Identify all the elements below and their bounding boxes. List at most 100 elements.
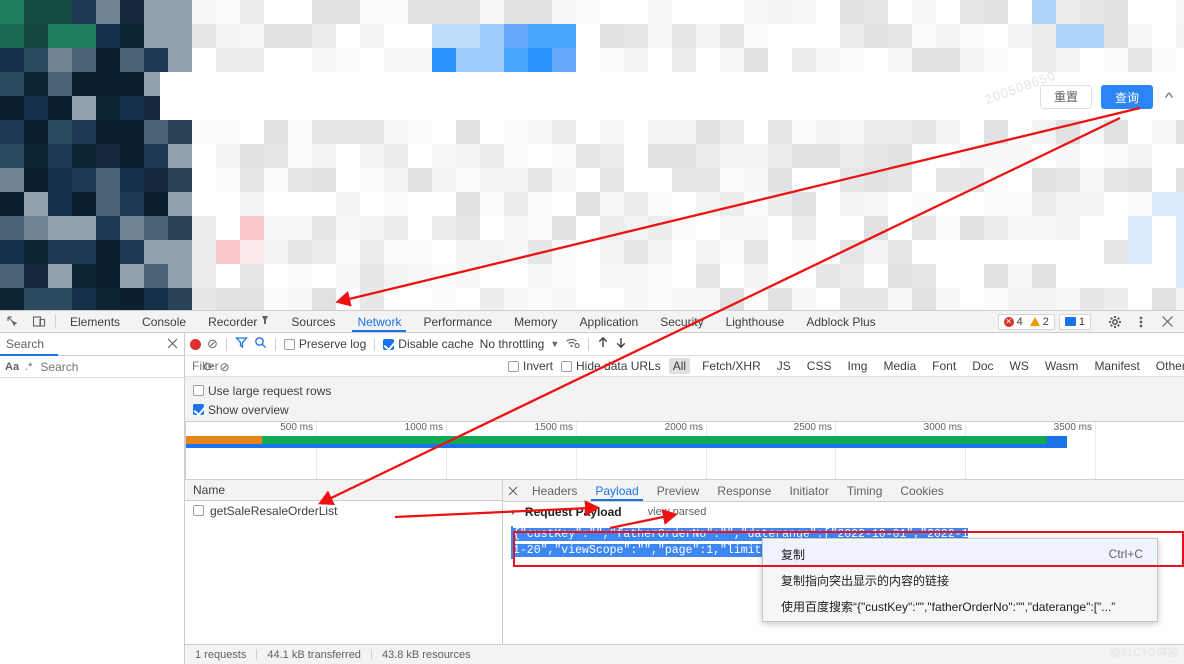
filter-type-img[interactable]: Img xyxy=(843,358,871,374)
tab-security[interactable]: Security xyxy=(649,311,714,332)
preserve-log-checkbox[interactable]: Preserve log xyxy=(283,337,366,351)
filter-type-other[interactable]: Other xyxy=(1152,358,1184,374)
search-pane: Search Aa .* ⟳ ⊘ xyxy=(0,333,230,664)
close-icon[interactable] xyxy=(1154,315,1180,328)
show-overview-checkbox[interactable]: Show overview xyxy=(193,403,289,417)
funnel-icon[interactable] xyxy=(234,336,248,352)
checkbox-box xyxy=(193,404,204,415)
filter-type-media[interactable]: Media xyxy=(879,358,920,374)
search-icon[interactable] xyxy=(254,336,267,352)
divider xyxy=(274,337,276,351)
tab-preview[interactable]: Preview xyxy=(648,480,709,501)
throttling-select[interactable]: No throttling xyxy=(480,337,545,351)
search-input[interactable] xyxy=(38,358,198,375)
tab-lighthouse[interactable]: Lighthouse xyxy=(715,311,796,332)
filter-type-doc[interactable]: Doc xyxy=(968,358,997,374)
context-menu-item-copy-link-to-highlight[interactable]: 复制指向突出显示的内容的链接 xyxy=(763,567,1157,593)
gridline xyxy=(706,422,707,479)
close-icon[interactable] xyxy=(503,480,523,501)
network-status-bar: 1 requests 44.1 kB transferred 43.8 kB r… xyxy=(185,644,1184,664)
upload-icon[interactable] xyxy=(597,336,609,352)
status-transferred: 44.1 kB transferred xyxy=(267,648,361,661)
view-parsed-link[interactable]: view parsed xyxy=(648,506,707,518)
tab-sources[interactable]: Sources xyxy=(280,311,346,332)
overview-tick: 500 ms xyxy=(280,422,313,433)
filter-type-font[interactable]: Font xyxy=(928,358,960,374)
network-options-area: Use large request rows Group by frame Sh… xyxy=(185,377,1184,422)
disable-cache-label: Disable cache xyxy=(398,337,474,351)
tab-timing[interactable]: Timing xyxy=(838,480,892,501)
overview-segment-orange xyxy=(186,436,262,444)
search-pane-header: Search xyxy=(0,333,184,356)
error-count: 4 xyxy=(1016,315,1023,328)
regex-icon[interactable]: .* xyxy=(25,361,32,373)
filter-input[interactable] xyxy=(190,358,500,374)
row-checkbox[interactable] xyxy=(193,505,204,516)
gridline xyxy=(835,422,836,479)
context-menu-item-search-baidu[interactable]: 使用百度搜索“{"custKey":"","fatherOrderNo":"",… xyxy=(763,593,1157,619)
tab-payload[interactable]: Payload xyxy=(586,480,647,501)
tab-recorder[interactable]: Recorder xyxy=(197,311,280,332)
checkbox-box xyxy=(508,360,519,372)
payload-section-header[interactable]: ▼ Request Payload view parsed xyxy=(503,502,1184,520)
tab-memory[interactable]: Memory xyxy=(503,311,568,332)
chevron-down-icon[interactable]: ▼ xyxy=(550,339,559,349)
tab-elements[interactable]: Elements xyxy=(59,311,131,332)
blurred-web-page: 200508650 重置 查询 ^ xyxy=(0,0,1184,310)
download-icon[interactable] xyxy=(615,336,627,352)
checkbox-box xyxy=(561,360,573,372)
overview-segment-blue xyxy=(1047,436,1067,444)
filter-type-fetch-xhr[interactable]: Fetch/XHR xyxy=(698,358,765,374)
message-badge[interactable]: 1 xyxy=(1058,313,1091,330)
overview-tick: 3500 ms xyxy=(1053,422,1092,433)
clear-network-log-icon[interactable]: ⊘ xyxy=(207,336,218,352)
tab-response[interactable]: Response xyxy=(708,480,780,501)
filter-type-all[interactable]: All xyxy=(668,358,691,374)
overview-tick: 1500 ms xyxy=(534,422,573,433)
divider xyxy=(374,337,376,351)
invert-label: Invert xyxy=(523,359,554,373)
use-large-request-rows-checkbox[interactable]: Use large request rows xyxy=(193,384,331,398)
hide-data-urls-checkbox[interactable]: Hide data URLs xyxy=(561,359,661,373)
warning-count: 2 xyxy=(1042,315,1049,328)
filter-type-manifest[interactable]: Manifest xyxy=(1090,358,1143,374)
tab-initiator[interactable]: Initiator xyxy=(780,480,837,501)
triangle-down-icon[interactable]: ▼ xyxy=(509,508,517,517)
filter-type-wasm[interactable]: Wasm xyxy=(1041,358,1083,374)
close-icon[interactable] xyxy=(167,337,178,352)
tab-recorder-label: Recorder xyxy=(208,314,258,329)
overview-tick: 2500 ms xyxy=(793,422,832,433)
reset-button[interactable]: 重置 xyxy=(1040,85,1092,109)
filter-type-js[interactable]: JS xyxy=(773,358,795,374)
filter-type-css[interactable]: CSS xyxy=(803,358,836,374)
tab-cookies[interactable]: Cookies xyxy=(891,480,952,501)
tab-console[interactable]: Console xyxy=(131,311,197,332)
tab-application[interactable]: Application xyxy=(569,311,650,332)
network-filter-row: Invert Hide data URLs All Fetch/XHR JS C… xyxy=(185,356,1184,377)
chevron-up-icon[interactable]: ^ xyxy=(1160,90,1179,105)
options-row-2: Show overview Capture screenshots xyxy=(185,400,1184,419)
filter-type-ws[interactable]: WS xyxy=(1006,358,1033,374)
tab-performance[interactable]: Performance xyxy=(412,311,503,332)
tab-adblock-plus[interactable]: Adblock Plus xyxy=(795,311,886,332)
inspect-icon[interactable] xyxy=(0,311,26,332)
more-vertical-icon[interactable] xyxy=(1128,315,1154,329)
record-icon[interactable] xyxy=(190,338,201,350)
request-column-header[interactable]: Name xyxy=(185,480,502,501)
network-overview-timeline[interactable]: 500 ms 1000 ms 1500 ms 2000 ms 2500 ms 3… xyxy=(185,422,1184,480)
error-warning-badge[interactable]: ✕ 4 2 xyxy=(997,313,1055,330)
match-case-icon[interactable]: Aa xyxy=(5,361,19,373)
gear-icon[interactable] xyxy=(1102,315,1128,329)
table-row[interactable]: getSaleResaleOrderList xyxy=(185,501,502,521)
warning-icon xyxy=(1029,317,1040,326)
wifi-gear-icon[interactable] xyxy=(565,336,580,352)
tab-network[interactable]: Network xyxy=(346,311,412,332)
checkbox-box xyxy=(193,385,204,396)
invert-checkbox[interactable]: Invert xyxy=(508,359,553,373)
query-button[interactable]: 查询 xyxy=(1101,85,1153,109)
gridline xyxy=(576,422,577,479)
disable-cache-checkbox[interactable]: Disable cache xyxy=(383,337,474,351)
request-list: Name getSaleResaleOrderList xyxy=(185,480,503,664)
tab-headers[interactable]: Headers xyxy=(523,480,586,501)
device-toolbar-icon[interactable] xyxy=(26,311,52,332)
